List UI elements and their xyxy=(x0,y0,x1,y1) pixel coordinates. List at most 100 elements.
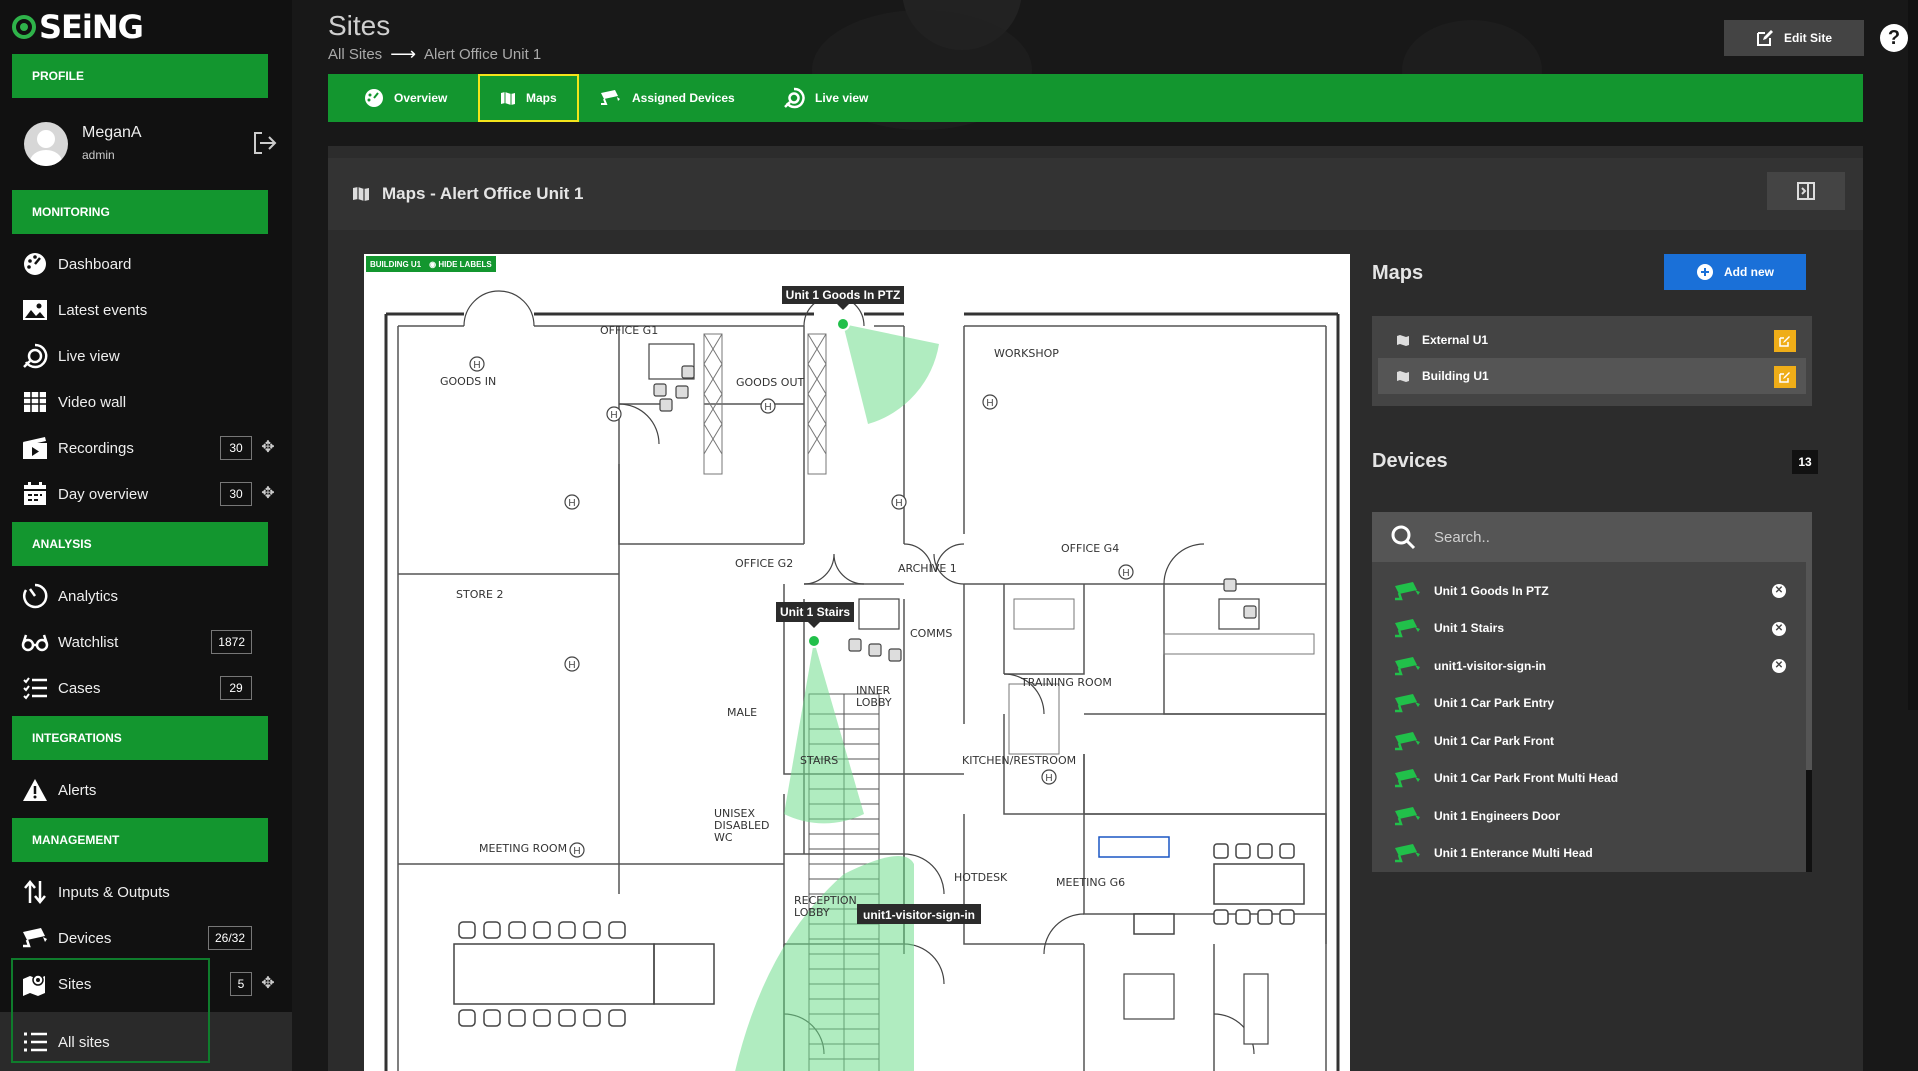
warning-icon xyxy=(20,775,50,805)
edit-site-label: Edit Site xyxy=(1783,31,1832,45)
device-list-item[interactable]: Unit 1 Car Park Front Multi Head xyxy=(1372,760,1812,798)
device-list-item[interactable]: Unit 1 Car Park Front xyxy=(1372,722,1812,760)
devices-heading: Devices xyxy=(1372,450,1448,472)
user-profile: MeganA admin xyxy=(12,112,282,176)
device-list-item[interactable]: Unit 1 Goods In PTZ ✕ xyxy=(1372,572,1812,610)
edit-icon xyxy=(1756,30,1773,46)
remove-device-icon[interactable]: ✕ xyxy=(1772,621,1786,636)
cases-count-badge: 29 xyxy=(220,676,252,700)
device-list-item[interactable]: Unit 1 Car Park Entry xyxy=(1372,685,1812,723)
building-tag[interactable]: BUILDING U1 xyxy=(370,260,421,269)
section-monitoring: MONITORING xyxy=(12,190,268,234)
sidebar-item-label: Live view xyxy=(58,347,120,365)
avatar[interactable] xyxy=(24,122,68,166)
remove-device-icon[interactable]: ✕ xyxy=(1772,584,1786,598)
add-new-label: Add new xyxy=(1724,265,1774,279)
device-list-item[interactable]: Unit 1 Engineers Door xyxy=(1372,797,1812,835)
sidebar-item-analytics[interactable]: Analytics xyxy=(20,573,282,619)
help-icon[interactable]: ? xyxy=(1880,24,1908,52)
room-label: GOODS OUT xyxy=(736,376,804,389)
devices-count-badge: 26/32 xyxy=(207,926,252,950)
svg-text:H: H xyxy=(573,846,580,857)
section-profile: PROFILE xyxy=(12,54,268,98)
tab-maps[interactable]: Maps xyxy=(478,74,579,122)
sidebar-item-label: Video wall xyxy=(58,393,127,411)
map-list-item[interactable]: External U1 xyxy=(1378,322,1806,358)
device-search-input[interactable] xyxy=(1434,528,1774,546)
sidebar-item-alerts[interactable]: Alerts xyxy=(20,767,282,813)
logout-icon[interactable] xyxy=(250,130,278,156)
drag-handle-icon[interactable]: ✥ xyxy=(260,440,276,456)
svg-text:H: H xyxy=(568,498,575,509)
drag-handle-icon[interactable]: ✥ xyxy=(260,486,276,502)
sidebar-item-devices[interactable]: Devices 26/32 xyxy=(20,915,282,961)
floor-plan-map[interactable]: H H H H H H H H H H OFFICE G1 GOODS IN G… xyxy=(364,254,1350,1071)
sidebar-item-label: Dashboard xyxy=(58,255,132,273)
device-list-item[interactable]: unit1-visitor-sign-in ✕ xyxy=(1372,647,1812,685)
camera-icon xyxy=(20,923,50,953)
edit-site-button[interactable]: Edit Site xyxy=(1724,20,1864,56)
section-integrations: INTEGRATIONS xyxy=(12,716,268,760)
camera-label: Unit 1 Goods In PTZ xyxy=(786,288,901,302)
toggle-sidebar-button[interactable] xyxy=(1767,172,1845,210)
camera-icon xyxy=(1395,581,1420,600)
section-analysis: ANALYSIS xyxy=(12,522,268,566)
drag-handle-icon[interactable]: ✥ xyxy=(260,976,276,992)
devices-count-badge: 13 xyxy=(1792,450,1818,474)
camera-icon xyxy=(1395,806,1420,825)
room-label: LOBBY xyxy=(794,906,830,919)
sidebar-item-dashboard[interactable]: Dashboard xyxy=(20,241,282,287)
tab-maps-label: Maps xyxy=(526,91,557,105)
dashboard-icon xyxy=(365,89,383,107)
devices-scrollbar[interactable] xyxy=(1806,562,1812,872)
device-label: Unit 1 Enterance Multi Head xyxy=(1434,846,1593,861)
camera-icon xyxy=(601,90,620,105)
room-label: OFFICE G4 xyxy=(1061,542,1119,555)
page-title: Sites xyxy=(328,10,391,41)
sidebar-item-video-wall[interactable]: Video wall xyxy=(20,379,282,425)
sites-highlight-box xyxy=(11,958,210,1063)
camera-icon xyxy=(1395,769,1420,788)
sidebar-item-label: Watchlist xyxy=(58,633,119,651)
sidebar-item-watchlist[interactable]: Watchlist 1872 xyxy=(20,619,282,665)
room-label: LOBBY xyxy=(856,696,892,709)
floor-plan[interactable]: H H H H H H H H H H OFFICE G1 GOODS IN G… xyxy=(364,254,1350,1071)
sidebar-item-label: Analytics xyxy=(58,587,119,605)
live-view-icon xyxy=(20,341,50,371)
sidebar-item-inputs-outputs[interactable]: Inputs & Outputs xyxy=(20,869,282,915)
edit-map-button[interactable] xyxy=(1774,330,1796,352)
logo-text: SEiNG xyxy=(39,8,144,46)
remove-device-icon[interactable]: ✕ xyxy=(1772,659,1786,673)
tab-assigned-devices[interactable]: Assigned Devices xyxy=(600,74,735,122)
tab-overview-label: Overview xyxy=(394,91,448,105)
sidebar-item-recordings[interactable]: Recordings 30 ✥ xyxy=(20,425,282,471)
edit-map-button[interactable] xyxy=(1774,366,1796,388)
maps-heading: Maps xyxy=(1372,262,1424,284)
device-list-item[interactable]: Unit 1 Enterance Multi Head xyxy=(1372,835,1812,873)
map-list-item-selected[interactable]: Building U1 xyxy=(1378,358,1806,394)
sidebar-item-day-overview[interactable]: Day overview 30 ✥ xyxy=(20,471,282,517)
section-management: MANAGEMENT xyxy=(12,818,268,862)
seing-logo[interactable]: SEiNG xyxy=(12,8,144,46)
day-overview-count-badge: 30 xyxy=(220,482,252,506)
sidebar-item-label: Alerts xyxy=(58,781,97,799)
page-scrollbar[interactable] xyxy=(1908,0,1918,1071)
device-label: Unit 1 Goods In PTZ xyxy=(1434,583,1549,598)
room-label: STORE 2 xyxy=(456,588,503,601)
sidebar-item-latest-events[interactable]: Latest events xyxy=(20,287,282,333)
sidebar-item-live-view[interactable]: Live view xyxy=(20,333,282,379)
camera-marker-visitor-sign-in[interactable]: unit1-visitor-sign-in xyxy=(857,904,981,924)
sidebar-item-label: Day overview xyxy=(58,485,149,503)
tab-live-view[interactable]: Live view xyxy=(783,74,868,122)
sidebar-item-cases[interactable]: Cases 29 xyxy=(20,665,282,711)
device-list-item[interactable]: Unit 1 Stairs ✕ xyxy=(1372,610,1812,648)
room-label: WC xyxy=(714,831,733,844)
tab-live-view-label: Live view xyxy=(815,91,869,105)
plus-circle-icon xyxy=(1697,264,1713,280)
hide-labels-toggle[interactable]: ◉ HIDE LABELS xyxy=(429,260,492,269)
tab-overview[interactable]: Overview xyxy=(364,74,447,122)
room-label: TRAINING ROOM xyxy=(1020,676,1112,689)
breadcrumb-root[interactable]: All Sites xyxy=(328,46,382,63)
add-new-map-button[interactable]: Add new xyxy=(1664,254,1806,290)
svg-text:H: H xyxy=(568,660,575,671)
